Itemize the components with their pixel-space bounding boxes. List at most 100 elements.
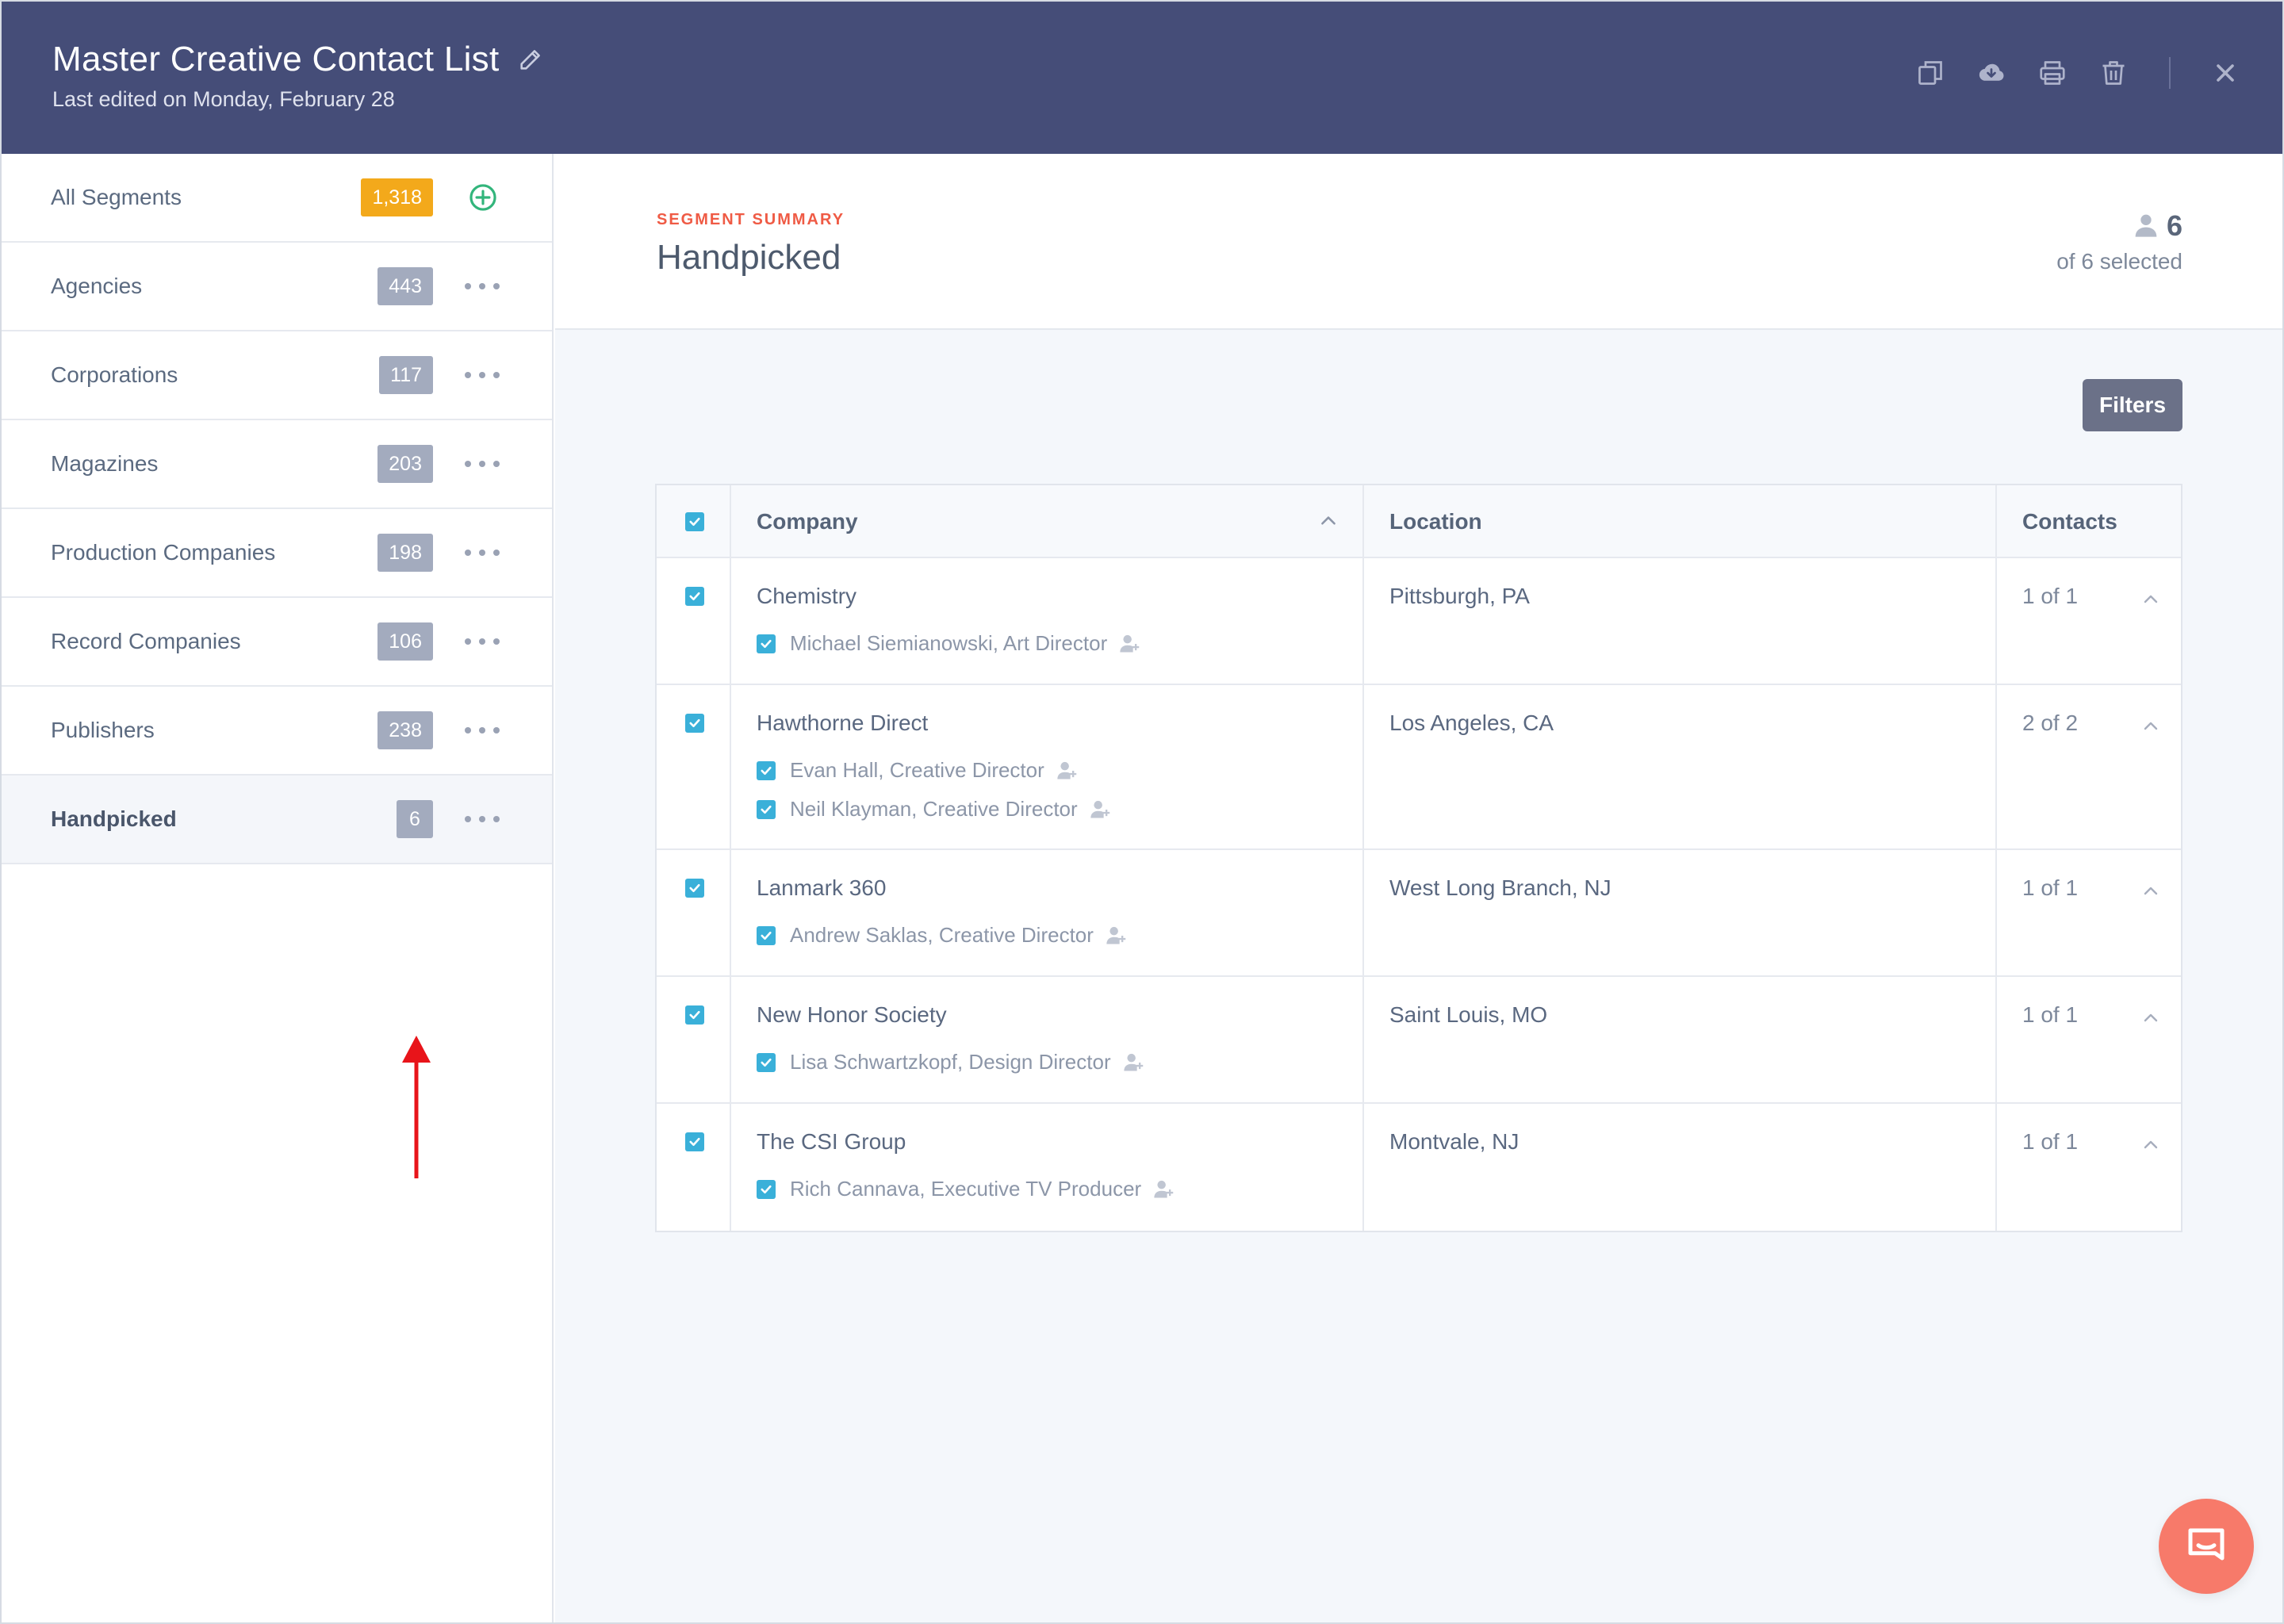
sidebar-item-label: Production Companies <box>51 540 276 565</box>
contact-name: Andrew Saklas, Creative Director <box>790 923 1094 947</box>
location-text: Saint Louis, MO <box>1389 1002 1548 1027</box>
location-cell: Los Angeles, CA <box>1364 685 1997 848</box>
add-person-icon[interactable] <box>1105 925 1127 947</box>
more-options-icon[interactable] <box>465 632 500 651</box>
contacts-cell: 1 of 1 <box>1997 850 2181 975</box>
sidebar-item-corporations[interactable]: Corporations 117 <box>2 331 552 420</box>
list-title: Master Creative Contact List <box>52 40 500 79</box>
chevron-up-icon[interactable] <box>2141 590 2160 609</box>
location-text: West Long Branch, NJ <box>1389 875 1611 900</box>
location-text: Pittsburgh, PA <box>1389 584 1530 608</box>
location-cell: Montvale, NJ <box>1364 1104 1997 1231</box>
sidebar-item-publishers[interactable]: Publishers 238 <box>2 687 552 776</box>
pencil-icon[interactable] <box>517 46 544 73</box>
location-column-header[interactable]: Location <box>1364 485 1997 557</box>
row-check-cell <box>657 850 731 975</box>
location-header-label: Location <box>1389 509 1482 534</box>
sidebar-item-label: Agencies <box>51 274 143 298</box>
count-badge: 443 <box>377 267 433 305</box>
contact-name: Lisa Schwartzkopf, Design Director <box>790 1050 1111 1074</box>
close-icon[interactable] <box>2209 57 2241 89</box>
sidebar-item-handpicked[interactable]: Handpicked 6 <box>2 776 552 864</box>
more-options-icon[interactable] <box>465 454 500 473</box>
person-icon <box>2133 213 2159 239</box>
location-text: Los Angeles, CA <box>1389 710 1554 735</box>
row-checkbox[interactable] <box>685 714 704 733</box>
company-cell: New Honor Society Lisa Schwartzkopf, Des… <box>731 977 1364 1102</box>
select-all-checkbox[interactable] <box>685 512 704 531</box>
add-segment-icon[interactable] <box>468 182 498 213</box>
location-cell: Pittsburgh, PA <box>1364 558 1997 684</box>
chevron-up-icon[interactable] <box>2141 717 2160 736</box>
contact-checkbox[interactable] <box>757 634 776 653</box>
copy-icon[interactable] <box>1914 57 1946 89</box>
contacts-count: 1 of 1 <box>2022 875 2079 900</box>
row-check-cell <box>657 1104 731 1231</box>
add-person-icon[interactable] <box>1118 633 1140 655</box>
summary-eyebrow: SEGMENT SUMMARY <box>657 211 845 228</box>
count-badge: 6 <box>397 800 433 838</box>
annotation-arrow-icon <box>402 1036 431 1178</box>
contact-checkbox[interactable] <box>757 799 776 819</box>
company-cell: Lanmark 360 Andrew Saklas, Creative Dire… <box>731 850 1364 975</box>
chevron-up-icon[interactable] <box>2141 1009 2160 1028</box>
add-person-icon[interactable] <box>1089 799 1111 821</box>
sort-up-icon[interactable] <box>1318 511 1339 531</box>
row-checkbox[interactable] <box>685 587 704 606</box>
location-cell: Saint Louis, MO <box>1364 977 1997 1102</box>
sidebar-item-magazines[interactable]: Magazines 203 <box>2 420 552 509</box>
more-options-icon[interactable] <box>465 543 500 562</box>
table-row: New Honor Society Lisa Schwartzkopf, Des… <box>657 977 2181 1104</box>
contacts-cell: 1 of 1 <box>1997 1104 2181 1231</box>
filters-button[interactable]: Filters <box>2083 379 2182 431</box>
contacts-cell: 1 of 1 <box>1997 977 2181 1102</box>
row-checkbox[interactable] <box>685 1132 704 1151</box>
contact-item: Evan Hall, Creative Director <box>757 758 1078 783</box>
company-name: New Honor Society <box>757 1002 947 1027</box>
table-header-row: Company Location Contacts <box>657 485 2181 558</box>
company-name: Lanmark 360 <box>757 875 887 900</box>
contact-checkbox[interactable] <box>757 760 776 780</box>
count-badge: 198 <box>377 534 433 572</box>
sidebar-item-production-companies[interactable]: Production Companies 198 <box>2 509 552 598</box>
contact-checkbox[interactable] <box>757 1179 776 1199</box>
main-panel: SEGMENT SUMMARY Handpicked 6 of 6 select… <box>555 154 2282 1622</box>
cloud-download-icon[interactable] <box>1976 57 2007 89</box>
selected-of-text: of 6 selected <box>2056 249 2182 274</box>
more-options-icon[interactable] <box>465 366 500 385</box>
company-cell: Chemistry Michael Siemianowski, Art Dire… <box>731 558 1364 684</box>
contact-checkbox[interactable] <box>757 1052 776 1072</box>
contact-item: Michael Siemianowski, Art Director <box>757 631 1140 656</box>
print-icon[interactable] <box>2037 57 2068 89</box>
chevron-up-icon[interactable] <box>2141 882 2160 901</box>
add-person-icon[interactable] <box>1122 1051 1144 1074</box>
company-header-label: Company <box>757 509 858 534</box>
segments-sidebar: All Segments 1,318 Agencies 443 Corporat… <box>2 154 554 1622</box>
row-checkbox[interactable] <box>685 1005 704 1025</box>
companies-table: Company Location Contacts Chemistry Mich… <box>655 484 2182 1232</box>
sidebar-item-agencies[interactable]: Agencies 443 <box>2 243 552 331</box>
more-options-icon[interactable] <box>465 810 500 829</box>
chevron-up-icon[interactable] <box>2141 1136 2160 1155</box>
sidebar-item-label: Corporations <box>51 362 178 387</box>
contact-checkbox[interactable] <box>757 925 776 945</box>
chat-launcher-button[interactable] <box>2159 1499 2254 1594</box>
row-checkbox[interactable] <box>685 879 704 898</box>
company-cell: Hawthorne Direct Evan Hall, Creative Dir… <box>731 685 1364 848</box>
contacts-column-header[interactable]: Contacts <box>1997 485 2181 557</box>
add-person-icon[interactable] <box>1152 1178 1175 1201</box>
sidebar-item-record-companies[interactable]: Record Companies 106 <box>2 598 552 687</box>
contact-item: Neil Klayman, Creative Director <box>757 797 1111 822</box>
count-badge: 238 <box>377 711 433 749</box>
trash-icon[interactable] <box>2098 57 2129 89</box>
add-person-icon[interactable] <box>1056 760 1078 782</box>
contact-name: Evan Hall, Creative Director <box>790 758 1044 782</box>
company-column-header[interactable]: Company <box>731 485 1364 557</box>
contact-name: Rich Cannava, Executive TV Producer <box>790 1177 1142 1201</box>
chat-icon <box>2188 1528 2225 1561</box>
more-options-icon[interactable] <box>465 721 500 740</box>
more-options-icon[interactable] <box>465 277 500 296</box>
sidebar-item-all-segments[interactable]: All Segments 1,318 <box>2 154 552 243</box>
last-edited-text: Last edited on Monday, February 28 <box>52 87 395 111</box>
contacts-header-label: Contacts <box>2022 509 2117 534</box>
